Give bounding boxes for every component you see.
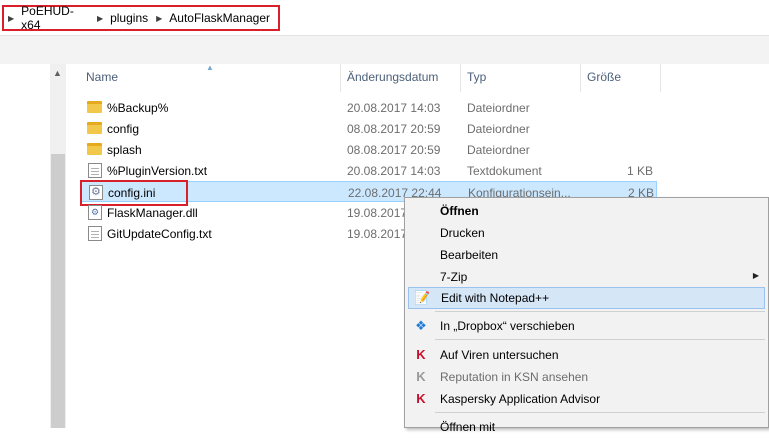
sort-ascending-icon: ▲ <box>206 63 214 72</box>
file-name: %Backup% <box>107 101 169 115</box>
folder-icon <box>87 122 102 134</box>
text-file-icon <box>88 163 102 178</box>
kaspersky-icon: K <box>416 369 426 384</box>
menu-item-move-to-dropbox[interactable]: ❖ In „Dropbox“ verschieben <box>405 315 768 337</box>
text-file-icon <box>88 226 102 241</box>
breadcrumb-item-poehud[interactable]: PoEHUD-x64 <box>21 4 89 32</box>
column-divider[interactable] <box>660 64 661 92</box>
column-header-date[interactable]: Änderungsdatum <box>347 70 438 84</box>
file-name: GitUpdateConfig.txt <box>107 227 212 241</box>
kaspersky-icon: K <box>416 347 426 362</box>
menu-item-open-with[interactable]: Öffnen mit <box>405 416 768 438</box>
column-header-type[interactable]: Typ <box>467 70 486 84</box>
dll-file-icon <box>88 205 102 220</box>
menu-item-label: Drucken <box>440 226 485 240</box>
file-date: 19.08.2017 <box>347 227 408 241</box>
column-header-name[interactable]: Name <box>86 70 118 84</box>
menu-separator <box>435 339 765 340</box>
breadcrumb-item-autoflaskmanager[interactable]: AutoFlaskManager <box>169 11 270 25</box>
file-row[interactable]: %Backup% 20.08.2017 14:03 Dateiordner <box>80 97 657 118</box>
file-date: 08.08.2017 20:59 <box>347 122 441 136</box>
file-row[interactable]: splash 08.08.2017 20:59 Dateiordner <box>80 139 657 160</box>
menu-item-scan-viruses[interactable]: K Auf Viren untersuchen <box>405 344 768 366</box>
menu-item-7zip[interactable]: 7-Zip ▶ <box>405 266 768 288</box>
column-header-size[interactable]: Größe <box>587 70 621 84</box>
file-date: 19.08.2017 <box>347 206 408 220</box>
menu-item-ksn-reputation[interactable]: K Reputation in KSN ansehen <box>405 366 768 388</box>
file-row[interactable]: %PluginVersion.txt 20.08.2017 14:03 Text… <box>80 160 657 181</box>
menu-item-label: Kaspersky Application Advisor <box>440 392 601 406</box>
toolbar-strip <box>0 36 769 64</box>
file-date: 08.08.2017 20:59 <box>347 143 441 157</box>
column-divider[interactable] <box>340 64 341 92</box>
file-date: 20.08.2017 14:03 <box>347 164 441 178</box>
folder-icon <box>87 101 102 113</box>
menu-item-label: Bearbeiten <box>440 248 499 262</box>
folder-icon <box>87 143 102 155</box>
file-name: FlaskManager.dll <box>107 206 198 220</box>
column-divider[interactable] <box>580 64 581 92</box>
file-type: Textdokument <box>467 164 542 178</box>
file-type: Dateiordner <box>467 122 530 136</box>
menu-item-label: Reputation in KSN ansehen <box>440 370 589 384</box>
menu-item-label: 7-Zip <box>440 270 468 284</box>
menu-item-label: In „Dropbox“ verschieben <box>440 319 575 333</box>
context-menu: Öffnen Drucken Bearbeiten 7-Zip ▶ 📝 Edit… <box>404 197 769 434</box>
chevron-right-icon[interactable]: ▶ <box>97 14 103 23</box>
column-divider[interactable] <box>460 64 461 92</box>
menu-separator <box>435 311 765 312</box>
menu-item-label: Öffnen <box>440 204 479 218</box>
file-type: Dateiordner <box>467 101 530 115</box>
file-row[interactable]: config 08.08.2017 20:59 Dateiordner <box>80 118 657 139</box>
chevron-right-icon[interactable]: ▶ <box>156 14 162 23</box>
scrollbar-thumb[interactable] <box>51 154 65 428</box>
scroll-up-arrow-icon[interactable]: ▲ <box>53 68 62 78</box>
address-bar[interactable]: ▶ PoEHUD-x64 ▶ plugins ▶ AutoFlaskManage… <box>0 0 769 36</box>
chevron-right-icon[interactable]: ▶ <box>8 14 14 23</box>
menu-item-kaspersky-advisor[interactable]: K Kaspersky Application Advisor <box>405 388 768 410</box>
column-header-row: ▲ Name Änderungsdatum Typ Größe <box>66 63 666 92</box>
notepad-plus-plus-icon: 📝 <box>414 290 431 305</box>
menu-item-open[interactable]: Öffnen <box>405 200 768 222</box>
menu-item-label: Öffnen mit <box>440 420 496 434</box>
file-size: 1 KB <box>626 164 653 178</box>
file-name: config <box>107 122 140 136</box>
kaspersky-icon: K <box>416 391 426 406</box>
menu-item-print[interactable]: Drucken <box>405 222 768 244</box>
submenu-arrow-icon: ▶ <box>752 271 759 280</box>
file-date: 20.08.2017 14:03 <box>347 101 441 115</box>
file-type: Dateiordner <box>467 143 530 157</box>
menu-separator <box>435 412 765 413</box>
menu-item-label: Auf Viren untersuchen <box>440 348 559 362</box>
menu-item-edit-with-notepad[interactable]: 📝 Edit with Notepad++ <box>408 287 765 309</box>
breadcrumb: ▶ PoEHUD-x64 ▶ plugins ▶ AutoFlaskManage… <box>2 4 280 32</box>
menu-item-label: Edit with Notepad++ <box>441 291 550 305</box>
file-name: %PluginVersion.txt <box>107 164 208 178</box>
file-name: splash <box>107 143 142 157</box>
menu-item-edit[interactable]: Bearbeiten <box>405 244 768 266</box>
dropbox-icon: ❖ <box>415 318 427 333</box>
breadcrumb-item-plugins[interactable]: plugins <box>110 11 148 25</box>
navigation-pane-scrollbar[interactable]: ▲ <box>50 64 66 428</box>
